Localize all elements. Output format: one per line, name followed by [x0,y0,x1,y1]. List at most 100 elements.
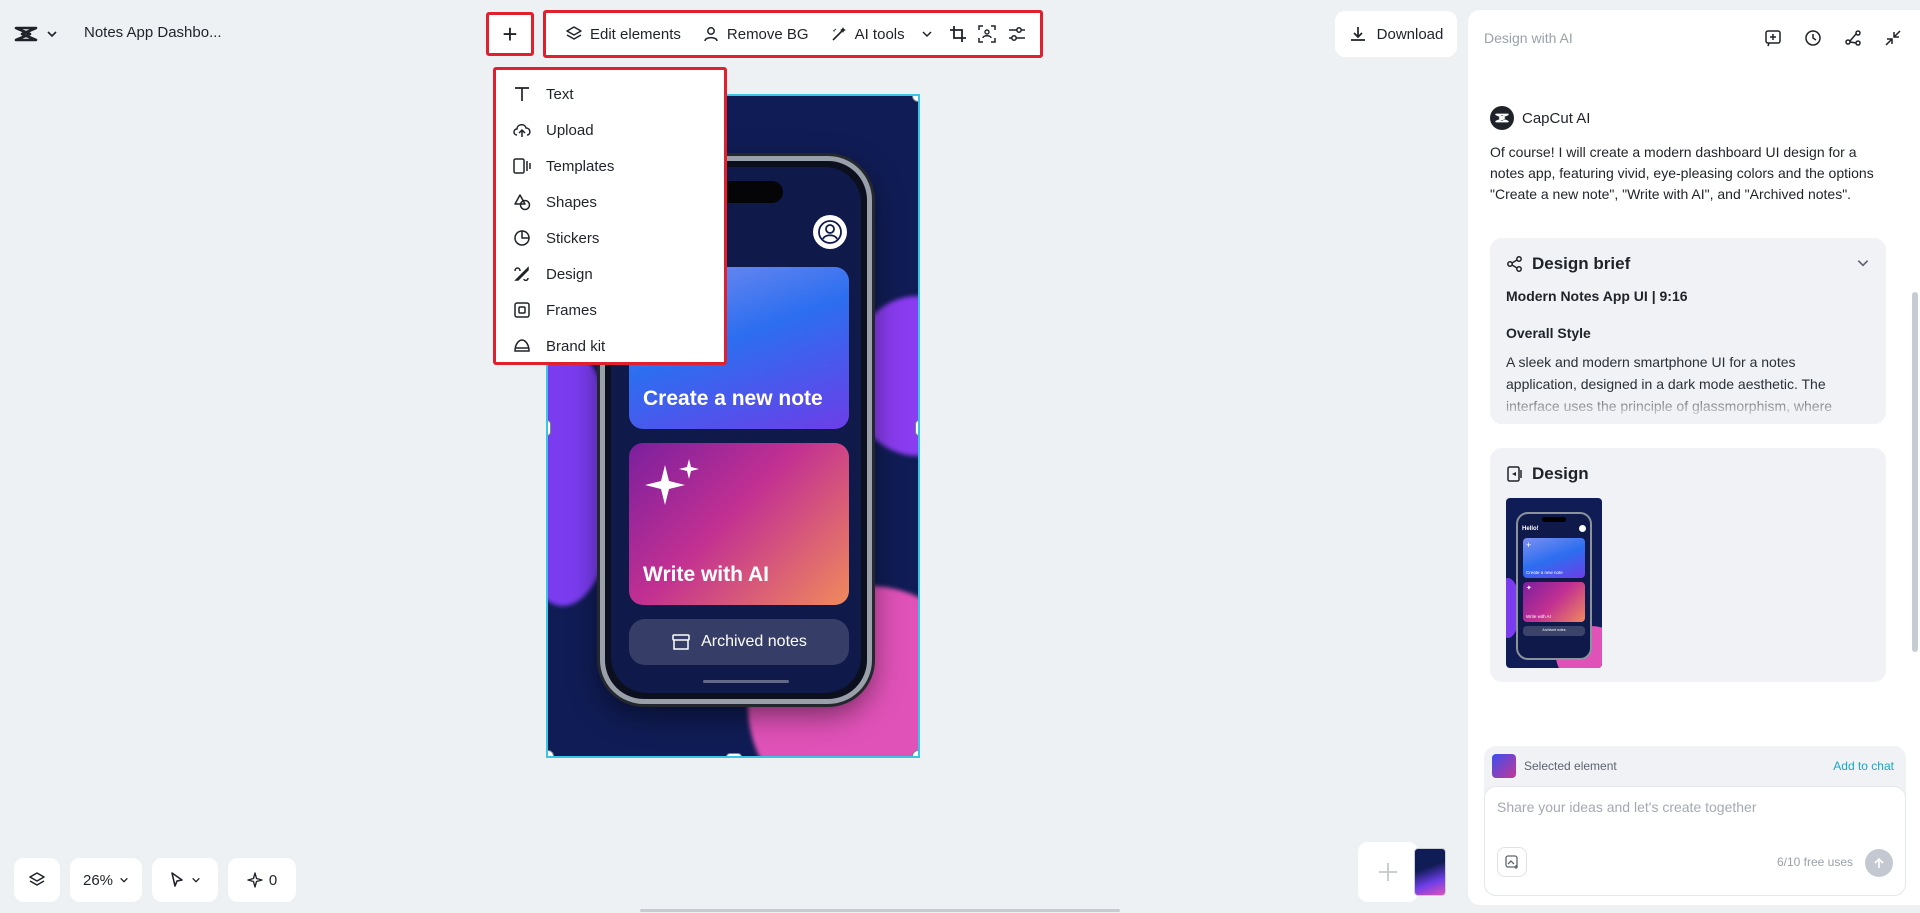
ai-tools-label: AI tools [854,25,905,43]
menu-item-design[interactable]: Design [496,256,724,292]
design-thumbnail[interactable]: Hello! + Create a new note ✦ Write with … [1506,498,1602,668]
panel-scrollbar[interactable] [1912,292,1918,652]
menu-item-label: Design [546,265,593,283]
crop-button[interactable] [945,18,971,50]
selected-element-thumbnail [1492,754,1516,778]
add-element-button[interactable]: + [486,12,534,56]
smart-select-button[interactable] [974,18,1000,50]
selected-element-row: Selected element Add to chat [1492,754,1894,778]
chat-input[interactable] [1497,799,1877,815]
document-title[interactable]: Notes App Dashbo... [84,24,222,41]
scan-icon [978,25,997,43]
share-icon[interactable] [1842,27,1864,49]
app-logo-menu[interactable] [14,22,70,46]
edit-elements-button[interactable]: Edit elements [556,20,689,48]
menu-item-upload[interactable]: Upload [496,112,724,148]
panel-title: Design with AI [1484,30,1573,46]
arrow-up-icon [1873,857,1885,869]
capcut-logo-icon [14,25,38,43]
menu-item-frames[interactable]: Frames [496,292,724,328]
chat-input-area: 6/10 free uses [1484,786,1906,896]
resize-handle[interactable] [912,750,918,756]
credits-button[interactable]: 0 [228,858,296,902]
download-button[interactable]: Download [1335,11,1457,57]
attach-image-button[interactable] [1497,847,1527,877]
add-to-chat-link[interactable]: Add to chat [1833,759,1894,773]
menu-item-label: Shapes [546,193,597,211]
chevron-down-icon[interactable] [1856,256,1870,270]
element-toolbar: Edit elements Remove BG AI tools [543,10,1043,58]
share-nodes-icon [1506,255,1524,273]
design-brief-card[interactable]: Design brief Modern Notes App UI | 9:16 … [1490,238,1886,424]
ai-sender: CapCut AI [1490,106,1590,130]
chevron-down-icon [921,28,933,40]
resize-handle[interactable] [548,750,554,756]
thumb-archived-label: Archived notes [1542,628,1566,632]
resize-handle[interactable] [912,96,918,102]
ai-tools-button[interactable]: AI tools [821,20,941,48]
cursor-icon [169,871,185,889]
sparkle-icon [643,457,703,507]
remove-bg-label: Remove BG [726,25,809,43]
resize-handle[interactable] [915,420,918,436]
add-page-button[interactable] [1358,842,1418,902]
thumb-greeting: Hello! [1522,526,1539,532]
person-icon [701,24,721,44]
ai-panel: Design with AI CapCut AI Of course! I wi… [1468,10,1920,905]
chevron-down-icon [46,28,58,40]
layers-icon [564,24,584,44]
brief-heading: Design brief [1532,254,1631,273]
selected-element-label: Selected element [1524,759,1617,773]
chat-composer: Selected element Add to chat 6/10 free u… [1484,746,1906,896]
free-uses-counter: 6/10 free uses [1776,855,1853,869]
resize-handle[interactable] [726,753,742,756]
zoom-value: 26% [82,871,114,889]
remove-bg-button[interactable]: Remove BG [693,20,817,48]
chevron-down-icon [119,875,129,885]
archived-notes-label: Archived notes [701,633,807,650]
credits-count: 0 [268,871,278,889]
adjust-button[interactable] [1004,18,1030,50]
new-chat-icon[interactable] [1762,27,1784,49]
collapse-icon[interactable] [1882,27,1904,49]
layers-button[interactable] [14,858,60,902]
menu-item-text[interactable]: Text [496,76,724,112]
plus-icon [1376,860,1400,884]
fade-overlay [1490,390,1886,424]
design-result-card: Design Hello! + Create a new note ✦ Writ… [1490,448,1886,682]
create-note-label: Create a new note [643,387,823,410]
menu-item-label: Stickers [546,229,600,247]
send-button[interactable] [1865,849,1893,877]
menu-item-templates[interactable]: Templates [496,148,724,184]
history-icon[interactable] [1802,27,1824,49]
edit-elements-label: Edit elements [590,25,681,43]
design-template-icon [1506,465,1524,483]
ai-name-label: CapCut AI [1522,109,1591,127]
page-thumbnail[interactable] [1414,848,1446,896]
resize-handle[interactable] [548,420,551,436]
layers-icon [28,871,46,889]
pointer-tool-dropdown[interactable] [152,858,218,902]
write-ai-label: Write with AI [643,563,769,586]
brief-subtitle: Modern Notes App UI | 9:16 [1506,288,1688,304]
write-ai-card: Write with AI [629,443,849,605]
menu-item-brand-kit[interactable]: Brand kit [496,328,724,364]
download-label: Download [1376,25,1444,43]
add-element-menu: Text Upload Templates Shapes Stickers De… [493,67,727,365]
design-icon [512,264,532,284]
design-heading: Design [1532,464,1589,483]
sticker-icon [512,228,532,248]
menu-item-label: Text [546,85,574,103]
thumb-card2-label: Write with AI [1526,614,1551,619]
menu-item-shapes[interactable]: Shapes [496,184,724,220]
zoom-dropdown[interactable]: 26% [70,858,142,902]
brand-kit-icon [512,336,532,356]
chevron-down-icon [191,875,201,885]
canvas-hscrollbar[interactable] [640,909,1120,912]
menu-item-stickers[interactable]: Stickers [496,220,724,256]
magic-wand-icon [829,24,849,44]
text-icon [512,84,532,104]
menu-item-label: Frames [546,301,597,319]
profile-icon [813,215,847,249]
frame-icon [512,300,532,320]
